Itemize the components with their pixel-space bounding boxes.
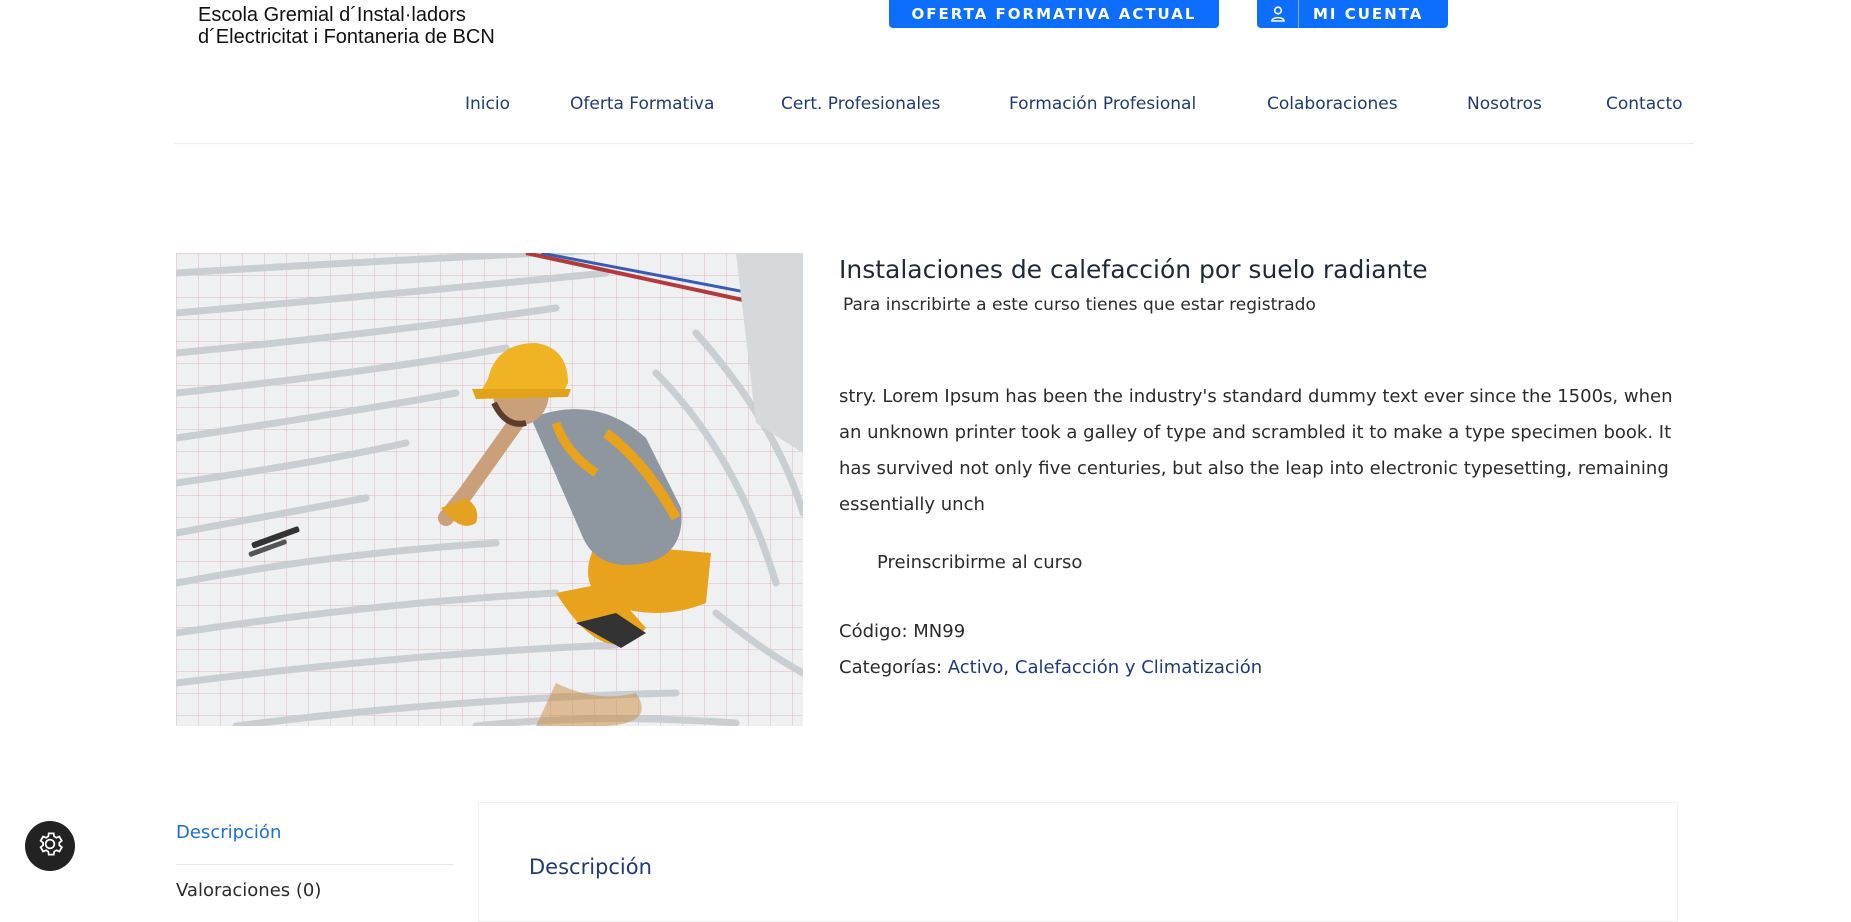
description-panel — [478, 802, 1678, 922]
nav-item-oferta-formativa[interactable]: Oferta Formativa — [570, 94, 714, 114]
description-panel-title: Descripción — [529, 855, 652, 879]
nav-item-colaboraciones[interactable]: Colaboraciones — [1267, 94, 1398, 114]
oferta-formativa-button[interactable]: OFERTA FORMATIVA ACTUAL — [889, 0, 1219, 28]
product-image[interactable] — [176, 253, 803, 726]
main-navigation: Inicio Oferta Formativa Cert. Profesiona… — [0, 94, 1851, 122]
mi-cuenta-label: MI CUENTA — [1313, 5, 1424, 23]
registration-notice: Para inscribirte a este curso tienes que… — [843, 295, 1316, 315]
header-divider — [174, 143, 1694, 144]
site-logo[interactable]: Escola Gremial d´Instal·ladors d´Electri… — [198, 4, 495, 48]
mi-cuenta-button[interactable]: MI CUENTA — [1257, 0, 1448, 28]
product-code: Código: MN99 — [839, 621, 965, 642]
category-separator: , — [1003, 657, 1010, 678]
codigo-value: MN99 — [913, 621, 966, 642]
nav-item-cert-profesionales[interactable]: Cert. Profesionales — [781, 94, 940, 114]
nav-item-formacion-profesional[interactable]: Formación Profesional — [1009, 94, 1196, 114]
cookie-settings-button[interactable] — [25, 821, 75, 871]
nav-item-inicio[interactable]: Inicio — [465, 94, 510, 114]
product-description: stry. Lorem Ipsum has been the industry'… — [839, 386, 1673, 515]
logo-line-1: Escola Gremial d´Instal·ladors — [198, 4, 466, 26]
tab-descripcion[interactable]: Descripción — [176, 822, 281, 843]
categorias-label: Categorías: — [839, 657, 943, 678]
preinscribirme-button[interactable]: Preinscribirme al curso — [877, 552, 1082, 573]
codigo-label: Código: — [839, 621, 908, 642]
product-title: Instalaciones de calefacción por suelo r… — [839, 255, 1428, 284]
nav-item-nosotros[interactable]: Nosotros — [1467, 94, 1542, 114]
tab-divider — [176, 864, 454, 865]
tab-valoraciones[interactable]: Valoraciones (0) — [176, 880, 321, 901]
category-link-calefaccion[interactable]: Calefacción y Climatización — [1015, 657, 1262, 678]
product-categories: Categorías: Activo, Calefacción y Climat… — [839, 657, 1262, 678]
gear-icon — [35, 829, 65, 863]
logo-line-2: d´Electricitat i Fontaneria de BCN — [198, 26, 495, 48]
category-link-activo[interactable]: Activo — [948, 657, 1004, 678]
nav-item-contacto[interactable]: Contacto — [1606, 94, 1683, 114]
user-icon — [1257, 0, 1299, 28]
